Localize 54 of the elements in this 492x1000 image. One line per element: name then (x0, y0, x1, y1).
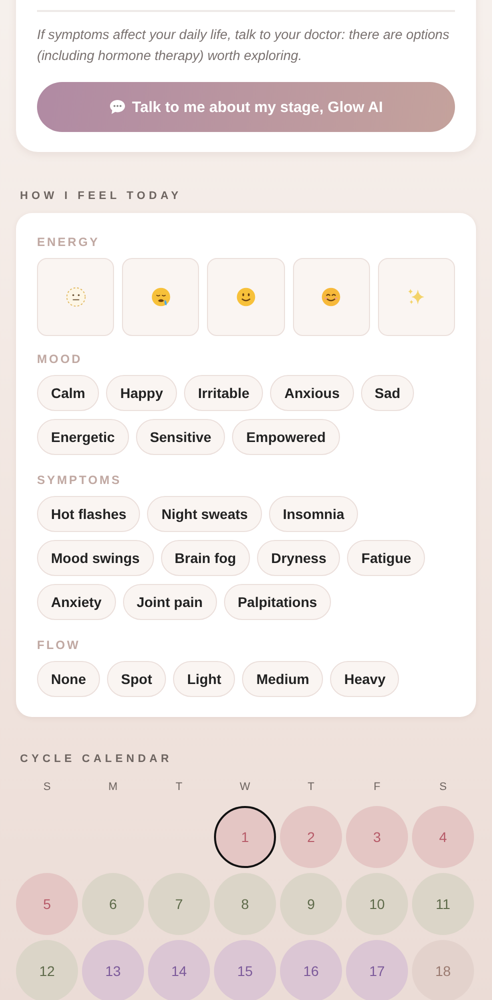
tag-chip[interactable]: Anxious (270, 375, 354, 411)
tag-chip[interactable]: None (37, 661, 100, 697)
weekday-label: S (43, 781, 51, 795)
energy-option[interactable] (37, 258, 114, 336)
happy-face-icon (320, 286, 342, 308)
group-label: MOOD (37, 352, 84, 366)
tag-chip[interactable]: Hot flashes (37, 496, 140, 532)
calendar-day[interactable]: 8 (214, 873, 276, 935)
tag-chip[interactable]: Light (173, 661, 236, 697)
tag-chip[interactable]: Spot (107, 661, 166, 697)
energy-option[interactable] (378, 258, 455, 336)
section-title: HOW I FEEL TODAY (20, 190, 183, 202)
tag-chip[interactable]: Mood swings (37, 540, 154, 576)
chat-bubble-icon (109, 99, 126, 115)
calendar-day[interactable]: 6 (82, 873, 144, 935)
tired-face-icon (150, 286, 172, 308)
weekday-label: S (439, 781, 447, 795)
group-label: SYMPTOMS (37, 473, 122, 487)
smiling-face-icon (234, 286, 257, 308)
tag-chip[interactable]: Sad (360, 375, 414, 411)
tag-chip[interactable]: Energetic (37, 419, 129, 455)
tag-chip[interactable]: Palpitations (224, 584, 332, 620)
energy-option[interactable] (122, 258, 200, 336)
tag-chip[interactable]: Fatigue (347, 540, 426, 576)
tag-chip[interactable]: Medium (242, 661, 324, 697)
tag-chip[interactable]: Anxiety (37, 584, 116, 620)
tag-chip[interactable]: Night sweats (147, 496, 262, 532)
tag-chip[interactable]: Brain fog (160, 540, 250, 576)
weekday-label: M (108, 781, 118, 795)
tag-chip[interactable]: Insomnia (268, 496, 358, 532)
calendar-day[interactable]: 11 (412, 873, 474, 935)
tag-chip[interactable]: Dryness (257, 540, 340, 576)
tag-chip[interactable]: Heavy (330, 661, 400, 697)
weekday-label: F (374, 781, 380, 795)
energy-label: ENERGY (37, 235, 101, 249)
tag-chip[interactable]: Calm (37, 375, 100, 411)
group-label: FLOW (37, 638, 82, 652)
calendar-day[interactable]: 7 (148, 873, 210, 935)
tag-chip[interactable]: Empowered (232, 419, 340, 455)
weekday-label: T (308, 781, 314, 795)
tag-chip[interactable]: Happy (106, 375, 178, 411)
tag-chip[interactable]: Irritable (184, 375, 264, 411)
energy-option[interactable] (207, 258, 285, 336)
section-title: CYCLE CALENDAR (20, 753, 174, 765)
calendar-day[interactable]: 10 (346, 873, 408, 935)
weekday-label: W (240, 781, 250, 795)
calendar-day[interactable]: 12 (16, 940, 78, 1000)
tag-chip[interactable]: Joint pain (122, 584, 217, 620)
neutral-face-icon (64, 286, 87, 308)
energy-option[interactable] (292, 258, 370, 336)
advice-text: If symptoms affect your daily life, talk to your doctor: there are options (including hormone therapy) worth exploring. (37, 26, 450, 65)
tag-chip[interactable]: Sensitive (136, 419, 226, 455)
weekday-label: T (176, 781, 182, 795)
calendar-day[interactable]: 9 (280, 873, 342, 935)
